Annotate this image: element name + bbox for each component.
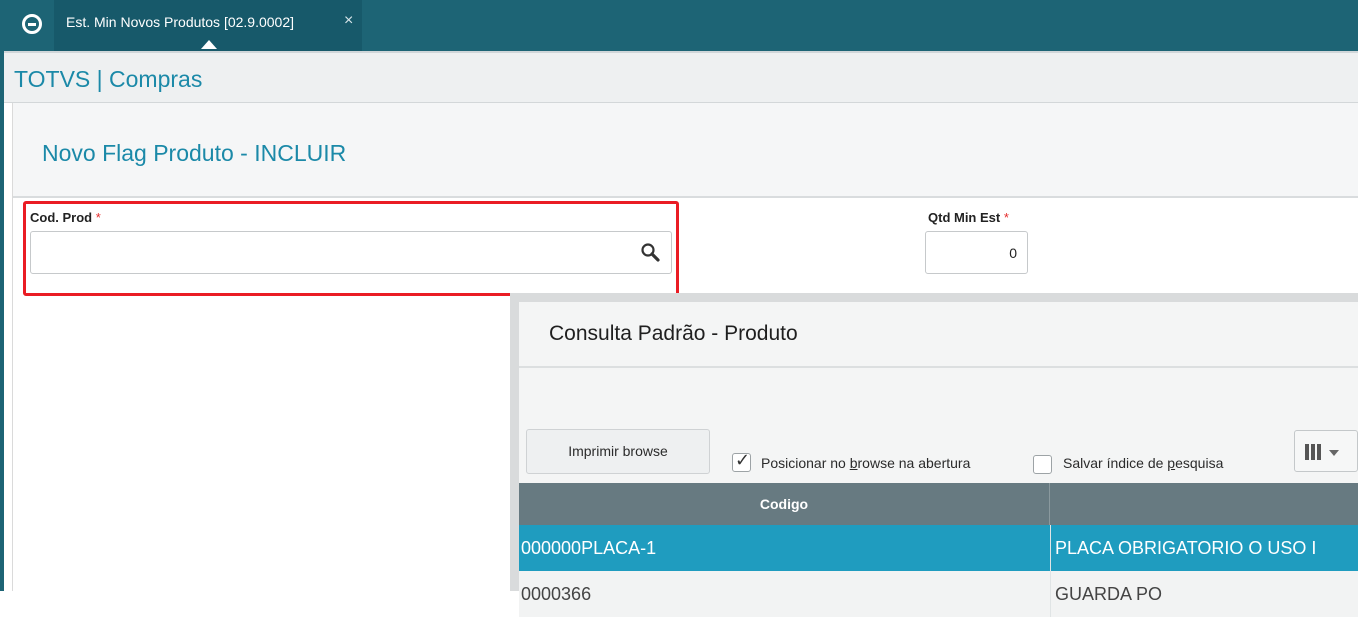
save-search-index-label: Salvar índice de pesquisa (1063, 455, 1223, 471)
position-browse-checkbox[interactable]: ✓ (732, 450, 751, 472)
columns-menu-button[interactable] (1294, 430, 1358, 472)
cell-codigo: 0000366 (521, 584, 592, 604)
table-row[interactable]: 0000366 GUARDA PO (519, 571, 1358, 617)
tab-label: Est. Min Novos Produtos [02.9.0002] (66, 14, 295, 30)
dialog-divider (519, 366, 1358, 368)
save-search-index-checkbox[interactable] (1033, 455, 1052, 474)
tab-close-icon[interactable]: × (344, 12, 353, 30)
tab-est-min-novos-produtos[interactable]: Est. Min Novos Produtos [02.9.0002] × (54, 0, 362, 51)
cod-prod-label-text: Cod. Prod (30, 210, 93, 225)
chevron-down-icon (1329, 450, 1339, 456)
label-part: Salvar índice de (1063, 455, 1168, 471)
form-header: Novo Flag Produto - INCLUIR (13, 103, 1358, 198)
dialog-title: Consulta Padrão - Produto (549, 322, 798, 345)
position-browse-label: Posicionar no browse na abertura (761, 455, 970, 471)
left-accent-bar (0, 51, 4, 591)
label-part: rowse na abertura (857, 455, 971, 471)
active-tab-caret-icon (201, 40, 217, 49)
required-mark: * (95, 210, 101, 225)
cell-descricao: GUARDA PO (1055, 584, 1163, 604)
module-header: TOTVS | Compras (4, 51, 1358, 103)
print-browse-button[interactable]: Imprimir browse (526, 429, 710, 474)
cod-prod-input[interactable] (30, 231, 672, 274)
columns-icon (1305, 444, 1321, 460)
checkmark-icon: ✓ (735, 450, 751, 471)
required-mark: * (1003, 210, 1009, 225)
search-icon[interactable] (640, 242, 662, 264)
label-mnemonic: p (1167, 455, 1176, 471)
module-title: TOTVS | Compras (14, 66, 203, 92)
table-row[interactable]: 000000PLACA-1 PLACA OBRIGATORIO O USO I (519, 525, 1358, 571)
form-title: Novo Flag Produto - INCLUIR (42, 140, 347, 166)
cod-prod-label: Cod. Prod * (30, 210, 101, 225)
totvs-logo-icon[interactable] (22, 14, 42, 34)
label-part: Posicionar no (761, 455, 850, 471)
top-tab-bar: Est. Min Novos Produtos [02.9.0002] × (0, 0, 1358, 51)
label-mnemonic: b (849, 455, 858, 471)
cell-descricao: PLACA OBRIGATORIO O USO I (1055, 538, 1317, 558)
qtd-min-label-text: Qtd Min Est (928, 210, 1001, 225)
column-header-codigo[interactable]: Codigo (519, 483, 1050, 525)
grid-header: Codigo (519, 483, 1358, 525)
qtd-min-label: Qtd Min Est * (928, 210, 1009, 225)
qtd-min-input[interactable] (925, 231, 1028, 274)
label-part: esquisa (1175, 455, 1224, 471)
cell-codigo: 000000PLACA-1 (521, 538, 657, 558)
